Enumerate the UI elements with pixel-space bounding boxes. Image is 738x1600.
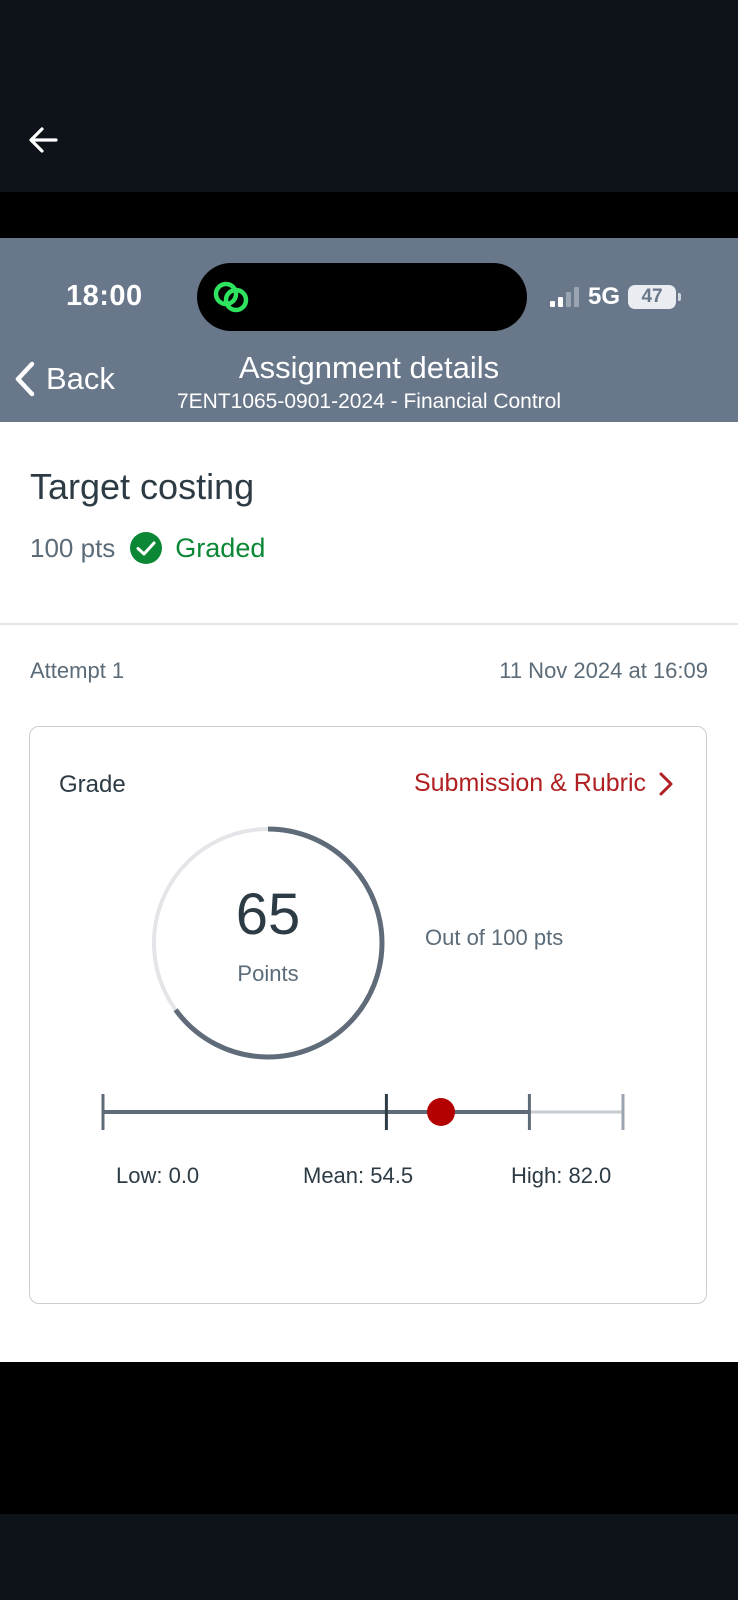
- signal-bars-icon: [550, 287, 580, 307]
- course-subtitle: 7ENT1065-0901-2024 - Financial Control: [176, 390, 562, 413]
- image-viewer-toolbar: [0, 0, 738, 192]
- submission-rubric-label: Submission & Rubric: [413, 769, 646, 797]
- low-stat: Low: 0.0: [116, 1163, 200, 1188]
- status-badge: Graded: [175, 532, 266, 563]
- app-screenshot: 18:00 5G 47 Back Assignment details 7ENT…: [0, 238, 738, 1362]
- app-header: 18:00 5G 47 Back Assignment details 7ENT…: [0, 238, 738, 422]
- assignment-title: Target costing: [30, 466, 255, 507]
- out-of-points: Out of 100 pts: [425, 925, 564, 950]
- status-indicators: 5G 47: [550, 282, 682, 312]
- assignment-points: 100 pts: [30, 532, 116, 563]
- check-circle-icon: [130, 532, 163, 564]
- letterbox-bottom: [0, 1362, 738, 1514]
- assignment-meta: 100 pts Graded: [30, 528, 265, 568]
- attempt-label[interactable]: Attempt 1: [30, 658, 124, 684]
- arrow-left-icon[interactable]: [26, 122, 62, 158]
- linked-rings-app-icon: [213, 281, 249, 313]
- battery-level: 47: [641, 286, 663, 307]
- submission-rubric-link[interactable]: Submission & Rubric: [414, 769, 674, 798]
- page-title: Assignment details: [238, 350, 500, 385]
- dynamic-island: [197, 263, 527, 331]
- divider: [0, 623, 738, 625]
- submission-date: 11 Nov 2024 at 16:09: [499, 658, 708, 683]
- grade-heading: Grade: [59, 771, 126, 798]
- score-unit: Points: [237, 961, 299, 986]
- letterbox-top: [0, 192, 738, 238]
- mean-stat: Mean: 54.5: [303, 1163, 414, 1188]
- grade-card: Grade Submission & Rubric 65 Points Out …: [29, 726, 707, 1304]
- network-type: 5G: [588, 283, 621, 310]
- chevron-right-icon: [659, 772, 673, 795]
- image-viewer-bottom-bar: [0, 1514, 738, 1600]
- battery-icon: 47: [628, 285, 682, 309]
- score-value: 65: [235, 882, 301, 947]
- score-marker: [427, 1098, 455, 1126]
- high-stat: High: 82.0: [511, 1163, 612, 1188]
- status-time: 18:00: [66, 280, 143, 312]
- score-distribution: [101, 1094, 625, 1130]
